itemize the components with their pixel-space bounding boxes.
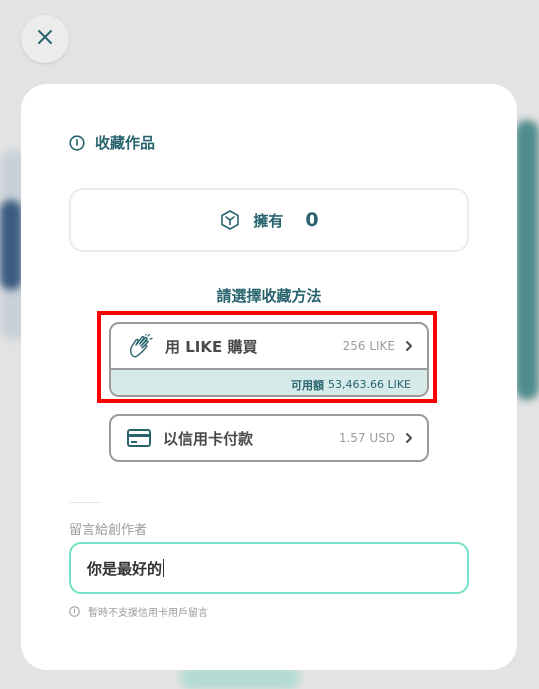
pay-with-like-button[interactable]: 用 LIKE 購買 256 LIKE 可用額 53,463.66 LIKE bbox=[109, 322, 429, 397]
info-icon bbox=[69, 134, 85, 151]
message-text: 你是最好的 bbox=[87, 559, 163, 578]
background-blur-left-dark bbox=[0, 200, 22, 290]
message-input[interactable]: 你是最好的 bbox=[69, 542, 469, 594]
chevron-right-icon bbox=[405, 432, 413, 444]
nft-icon bbox=[219, 209, 241, 231]
background-blur-right bbox=[515, 120, 539, 400]
pay-with-card-label: 以信用卡付款 bbox=[163, 429, 254, 448]
pay-with-card-button[interactable]: 以信用卡付款 1.57 USD bbox=[109, 414, 429, 462]
close-icon bbox=[37, 29, 53, 49]
clapping-hand-icon bbox=[127, 334, 153, 358]
like-price: 256 LIKE bbox=[342, 339, 395, 353]
text-caret bbox=[163, 559, 165, 577]
background-blur-bottom bbox=[180, 667, 300, 689]
own-label: 擁有 bbox=[253, 211, 284, 230]
divider bbox=[69, 502, 101, 503]
balance-value: 53,463.66 LIKE bbox=[327, 378, 411, 391]
card-price: 1.57 USD bbox=[338, 431, 395, 445]
chevron-right-icon bbox=[405, 340, 413, 352]
message-label: 留言給創作者 bbox=[69, 523, 148, 538]
credit-card-icon bbox=[127, 429, 151, 447]
close-button[interactable] bbox=[21, 15, 69, 63]
card-note: 暫時不支援信用卡用戶留言 bbox=[69, 604, 208, 619]
card-note-text: 暫時不支援信用卡用戶留言 bbox=[88, 608, 208, 619]
pay-with-like-label: 用 LIKE 購買 bbox=[165, 337, 258, 356]
info-icon bbox=[69, 606, 80, 617]
balance-label: 可用額 bbox=[290, 378, 324, 392]
choose-method-heading: 請選擇收藏方法 bbox=[216, 287, 322, 305]
ownership-box: 擁有 0 bbox=[69, 188, 469, 252]
dialog-header: 收藏作品 bbox=[69, 132, 155, 153]
dialog-title: 收藏作品 bbox=[95, 134, 156, 152]
like-balance-bar: 可用額 53,463.66 LIKE bbox=[111, 368, 427, 395]
own-count: 0 bbox=[305, 209, 319, 231]
collect-dialog: 收藏作品 擁有 0 請選擇收藏方法 用 LIKE 購買 256 LIKE 可用額… bbox=[21, 84, 517, 670]
